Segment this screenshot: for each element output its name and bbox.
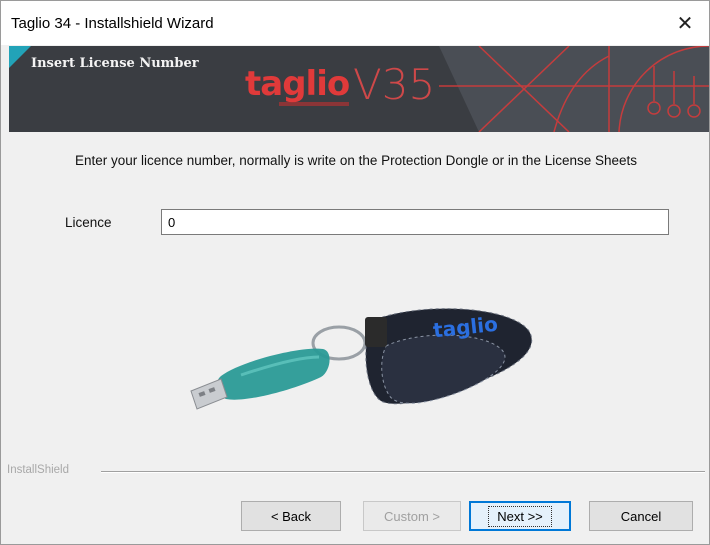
licence-input[interactable] <box>161 209 669 235</box>
close-icon: ✕ <box>676 12 694 35</box>
logo-underline <box>279 102 349 106</box>
footer-separator <box>101 471 705 473</box>
title-bar: Taglio 34 - Installshield Wizard ✕ <box>1 1 709 45</box>
installer-window: Taglio 34 - Installshield Wizard ✕ Inser… <box>0 0 710 545</box>
next-button[interactable]: Next >> <box>469 501 571 531</box>
next-button-label: Next >> <box>488 505 552 527</box>
custom-button[interactable]: Custom > <box>363 501 461 531</box>
banner-title: Insert License Number <box>31 56 199 71</box>
header-banner: Insert License Number taglio V35 <box>9 46 709 132</box>
licence-label: Licence <box>65 215 112 230</box>
close-button[interactable]: ✕ <box>667 7 703 39</box>
back-button[interactable]: < Back <box>241 501 341 531</box>
cancel-button-label: Cancel <box>620 508 662 524</box>
back-button-label: < Back <box>270 508 312 524</box>
cancel-button[interactable]: Cancel <box>589 501 693 531</box>
version-mark: V35 <box>353 60 436 109</box>
custom-button-label: Custom > <box>384 508 440 524</box>
instruction-text: Enter your licence number, normally is w… <box>74 153 638 168</box>
installshield-label: InstallShield <box>7 464 76 476</box>
taglio-logo: taglio <box>245 64 350 104</box>
window-title: Taglio 34 - Installshield Wizard <box>11 15 214 32</box>
